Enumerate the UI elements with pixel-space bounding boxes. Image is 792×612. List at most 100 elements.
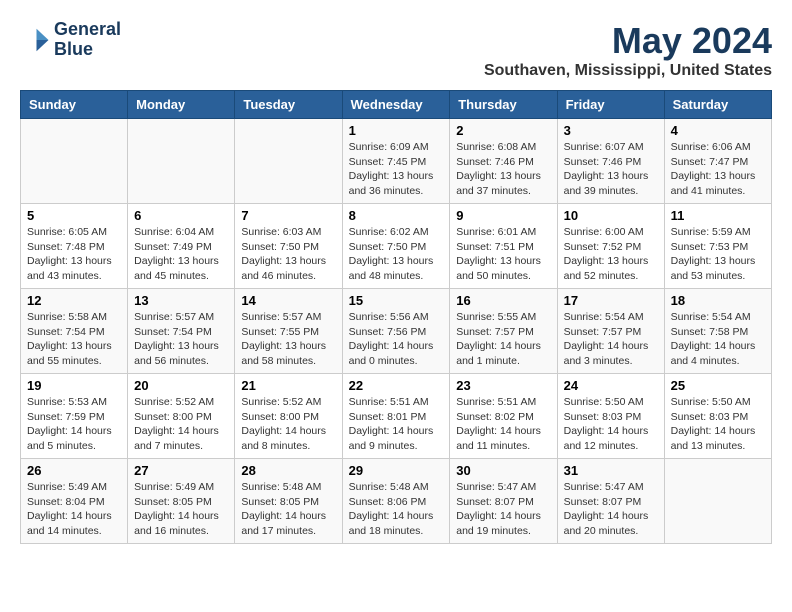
day-cell-26: 26 Sunrise: 5:49 AMSunset: 8:04 PMDayligh… — [21, 459, 128, 544]
day-info: Sunrise: 6:04 AMSunset: 7:49 PMDaylight:… — [134, 225, 228, 284]
day-cell-10: 10 Sunrise: 6:00 AMSunset: 7:52 PMDayligh… — [557, 204, 664, 289]
day-number: 22 — [349, 378, 444, 393]
day-cell-25: 25 Sunrise: 5:50 AMSunset: 8:03 PMDayligh… — [664, 374, 771, 459]
logo-text: General Blue — [54, 20, 121, 60]
day-cell-13: 13 Sunrise: 5:57 AMSunset: 7:54 PMDayligh… — [128, 289, 235, 374]
day-info: Sunrise: 6:06 AMSunset: 7:47 PMDaylight:… — [671, 140, 765, 199]
calendar-table: SundayMondayTuesdayWednesdayThursdayFrid… — [20, 90, 772, 544]
weekday-header-thursday: Thursday — [450, 91, 557, 119]
day-number: 23 — [456, 378, 550, 393]
day-info: Sunrise: 6:05 AMSunset: 7:48 PMDaylight:… — [27, 225, 121, 284]
day-number: 17 — [564, 293, 658, 308]
day-cell-8: 8Sunrise: 6:02 AMSunset: 7:50 PMDaylight… — [342, 204, 450, 289]
day-info: Sunrise: 6:01 AMSunset: 7:51 PMDaylight:… — [456, 225, 550, 284]
day-info: Sunrise: 5:53 AMSunset: 7:59 PMDaylight:… — [27, 395, 121, 454]
day-info: Sunrise: 5:47 AMSunset: 8:07 PMDaylight:… — [564, 480, 658, 539]
day-cell-1: 1 Sunrise: 6:09 AMSunset: 7:45 PMDaylight… — [342, 119, 450, 204]
week-row-3: 12Sunrise: 5:58 AMSunset: 7:54 PMDayligh… — [21, 289, 772, 374]
day-info: Sunrise: 5:56 AMSunset: 7:56 PMDaylight:… — [349, 310, 444, 369]
day-number: 19 — [27, 378, 121, 393]
day-cell-17: 17Sunrise: 5:54 AMSunset: 7:57 PMDayligh… — [557, 289, 664, 374]
day-info: Sunrise: 6:09 AMSunset: 7:45 PMDaylight:… — [349, 140, 444, 199]
day-cell-9: 9Sunrise: 6:01 AMSunset: 7:51 PMDaylight… — [450, 204, 557, 289]
day-cell-22: 22Sunrise: 5:51 AMSunset: 8:01 PMDayligh… — [342, 374, 450, 459]
day-info: Sunrise: 5:49 AMSunset: 8:04 PMDaylight:… — [27, 480, 121, 539]
day-number: 7 — [241, 208, 335, 223]
day-info: Sunrise: 5:55 AMSunset: 7:57 PMDaylight:… — [456, 310, 550, 369]
day-cell-18: 18 Sunrise: 5:54 AMSunset: 7:58 PMDayligh… — [664, 289, 771, 374]
page-header: General Blue May 2024 Southaven, Mississ… — [20, 20, 772, 80]
day-number: 5 — [27, 208, 121, 223]
day-number: 31 — [564, 463, 658, 478]
day-info: Sunrise: 6:00 AMSunset: 7:52 PMDaylight:… — [564, 225, 658, 284]
day-info: Sunrise: 5:51 AMSunset: 8:02 PMDaylight:… — [456, 395, 550, 454]
logo-icon — [20, 25, 50, 55]
day-info: Sunrise: 5:57 AMSunset: 7:55 PMDaylight:… — [241, 310, 335, 369]
day-info: Sunrise: 5:48 AMSunset: 8:06 PMDaylight:… — [349, 480, 444, 539]
day-number: 24 — [564, 378, 658, 393]
day-info: Sunrise: 5:48 AMSunset: 8:05 PMDaylight:… — [241, 480, 335, 539]
day-cell-24: 24 Sunrise: 5:50 AMSunset: 8:03 PMDayligh… — [557, 374, 664, 459]
week-row-1: 1 Sunrise: 6:09 AMSunset: 7:45 PMDaylight… — [21, 119, 772, 204]
day-number: 28 — [241, 463, 335, 478]
day-cell-21: 21 Sunrise: 5:52 AMSunset: 8:00 PMDayligh… — [235, 374, 342, 459]
day-number: 14 — [241, 293, 335, 308]
day-info: Sunrise: 5:47 AMSunset: 8:07 PMDaylight:… — [456, 480, 550, 539]
day-info: Sunrise: 5:52 AMSunset: 8:00 PMDaylight:… — [134, 395, 228, 454]
day-number: 26 — [27, 463, 121, 478]
day-cell-5: 5 Sunrise: 6:05 AMSunset: 7:48 PMDaylight… — [21, 204, 128, 289]
day-cell-6: 6Sunrise: 6:04 AMSunset: 7:49 PMDaylight… — [128, 204, 235, 289]
day-cell-27: 27Sunrise: 5:49 AMSunset: 8:05 PMDayligh… — [128, 459, 235, 544]
day-info: Sunrise: 6:08 AMSunset: 7:46 PMDaylight:… — [456, 140, 550, 199]
day-cell-12: 12Sunrise: 5:58 AMSunset: 7:54 PMDayligh… — [21, 289, 128, 374]
logo: General Blue — [20, 20, 121, 60]
day-number: 25 — [671, 378, 765, 393]
day-cell-4: 4 Sunrise: 6:06 AMSunset: 7:47 PMDaylight… — [664, 119, 771, 204]
day-cell-19: 19 Sunrise: 5:53 AMSunset: 7:59 PMDayligh… — [21, 374, 128, 459]
day-info: Sunrise: 5:50 AMSunset: 8:03 PMDaylight:… — [671, 395, 765, 454]
day-info: Sunrise: 6:07 AMSunset: 7:46 PMDaylight:… — [564, 140, 658, 199]
weekday-header-friday: Friday — [557, 91, 664, 119]
weekday-header-sunday: Sunday — [21, 91, 128, 119]
weekday-header-saturday: Saturday — [664, 91, 771, 119]
day-number: 13 — [134, 293, 228, 308]
day-cell-2: 2 Sunrise: 6:08 AMSunset: 7:46 PMDaylight… — [450, 119, 557, 204]
weekday-header-wednesday: Wednesday — [342, 91, 450, 119]
day-info: Sunrise: 5:54 AMSunset: 7:58 PMDaylight:… — [671, 310, 765, 369]
day-number: 2 — [456, 123, 550, 138]
location: Southaven, Mississippi, United States — [484, 62, 772, 80]
day-cell-15: 15 Sunrise: 5:56 AMSunset: 7:56 PMDayligh… — [342, 289, 450, 374]
title-block: May 2024 Southaven, Mississippi, United … — [484, 20, 772, 80]
day-number: 21 — [241, 378, 335, 393]
day-number: 8 — [349, 208, 444, 223]
day-info: Sunrise: 5:59 AMSunset: 7:53 PMDaylight:… — [671, 225, 765, 284]
day-info: Sunrise: 5:57 AMSunset: 7:54 PMDaylight:… — [134, 310, 228, 369]
week-row-4: 19 Sunrise: 5:53 AMSunset: 7:59 PMDayligh… — [21, 374, 772, 459]
day-number: 4 — [671, 123, 765, 138]
day-cell-3: 3Sunrise: 6:07 AMSunset: 7:46 PMDaylight… — [557, 119, 664, 204]
day-info: Sunrise: 5:50 AMSunset: 8:03 PMDaylight:… — [564, 395, 658, 454]
day-info: Sunrise: 5:58 AMSunset: 7:54 PMDaylight:… — [27, 310, 121, 369]
day-number: 1 — [349, 123, 444, 138]
empty-cell — [128, 119, 235, 204]
day-cell-11: 11 Sunrise: 5:59 AMSunset: 7:53 PMDayligh… — [664, 204, 771, 289]
weekday-header-row: SundayMondayTuesdayWednesdayThursdayFrid… — [21, 91, 772, 119]
day-cell-7: 7Sunrise: 6:03 AMSunset: 7:50 PMDaylight… — [235, 204, 342, 289]
day-number: 10 — [564, 208, 658, 223]
day-number: 27 — [134, 463, 228, 478]
weekday-header-tuesday: Tuesday — [235, 91, 342, 119]
day-cell-14: 14 Sunrise: 5:57 AMSunset: 7:55 PMDayligh… — [235, 289, 342, 374]
empty-cell — [235, 119, 342, 204]
day-cell-23: 23 Sunrise: 5:51 AMSunset: 8:02 PMDayligh… — [450, 374, 557, 459]
day-cell-30: 30Sunrise: 5:47 AMSunset: 8:07 PMDayligh… — [450, 459, 557, 544]
day-number: 11 — [671, 208, 765, 223]
day-number: 15 — [349, 293, 444, 308]
day-cell-20: 20Sunrise: 5:52 AMSunset: 8:00 PMDayligh… — [128, 374, 235, 459]
week-row-5: 26 Sunrise: 5:49 AMSunset: 8:04 PMDayligh… — [21, 459, 772, 544]
day-number: 18 — [671, 293, 765, 308]
week-row-2: 5 Sunrise: 6:05 AMSunset: 7:48 PMDaylight… — [21, 204, 772, 289]
day-cell-31: 31 Sunrise: 5:47 AMSunset: 8:07 PMDayligh… — [557, 459, 664, 544]
day-info: Sunrise: 5:52 AMSunset: 8:00 PMDaylight:… — [241, 395, 335, 454]
day-cell-16: 16 Sunrise: 5:55 AMSunset: 7:57 PMDayligh… — [450, 289, 557, 374]
day-number: 16 — [456, 293, 550, 308]
